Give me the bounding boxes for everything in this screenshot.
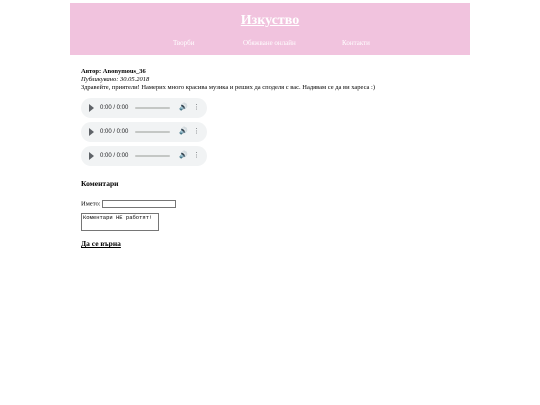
play-icon[interactable] (89, 104, 94, 112)
nav-item-contacts[interactable]: Контакти (342, 39, 370, 47)
audio-progress-slider[interactable] (135, 131, 170, 133)
audio-player[interactable]: 0:00 / 0:00 🔊 ⋮ (81, 98, 207, 118)
post-author: Автор: Anonymous_36 (81, 68, 146, 75)
nav-item-works[interactable]: Творби (173, 39, 195, 47)
audio-time: 0:00 / 0:00 (100, 153, 129, 159)
comments-heading: Коментари (81, 179, 119, 188)
name-label: Името: (81, 200, 101, 208)
name-row: Името: (81, 200, 471, 208)
post-date: Публикувано: 30.05.2018 (81, 76, 150, 83)
more-options-icon[interactable]: ⋮ (193, 127, 200, 135)
post-content: Автор: Anonymous_36 Публикувано: 30.05.2… (81, 68, 471, 248)
volume-icon[interactable]: 🔊 (179, 103, 188, 111)
back-link[interactable]: Да се върна (81, 240, 471, 248)
nav-item-online[interactable]: Обяжване онлайн (243, 39, 296, 47)
name-input[interactable] (102, 200, 177, 208)
audio-time: 0:00 / 0:00 (100, 129, 129, 135)
audio-player[interactable]: 0:00 / 0:00 🔊 ⋮ (81, 146, 207, 166)
volume-icon[interactable]: 🔊 (179, 151, 188, 159)
site-title[interactable]: Изкуство (70, 13, 470, 29)
audio-progress-slider[interactable] (135, 155, 170, 157)
play-icon[interactable] (89, 152, 94, 160)
more-options-icon[interactable]: ⋮ (193, 103, 200, 111)
comment-textarea[interactable]: Коментари НЕ работят! (81, 213, 159, 232)
audio-progress-slider[interactable] (135, 107, 170, 109)
play-icon[interactable] (89, 128, 94, 136)
audio-player[interactable]: 0:00 / 0:00 🔊 ⋮ (81, 122, 207, 142)
volume-icon[interactable]: 🔊 (179, 127, 188, 135)
more-options-icon[interactable]: ⋮ (193, 151, 200, 159)
site-header: Изкуство Творби Обяжване онлайн Контакти (70, 3, 470, 55)
post-body: Здравейте, приятели! Намерих много краси… (81, 84, 376, 91)
audio-time: 0:00 / 0:00 (100, 105, 129, 111)
